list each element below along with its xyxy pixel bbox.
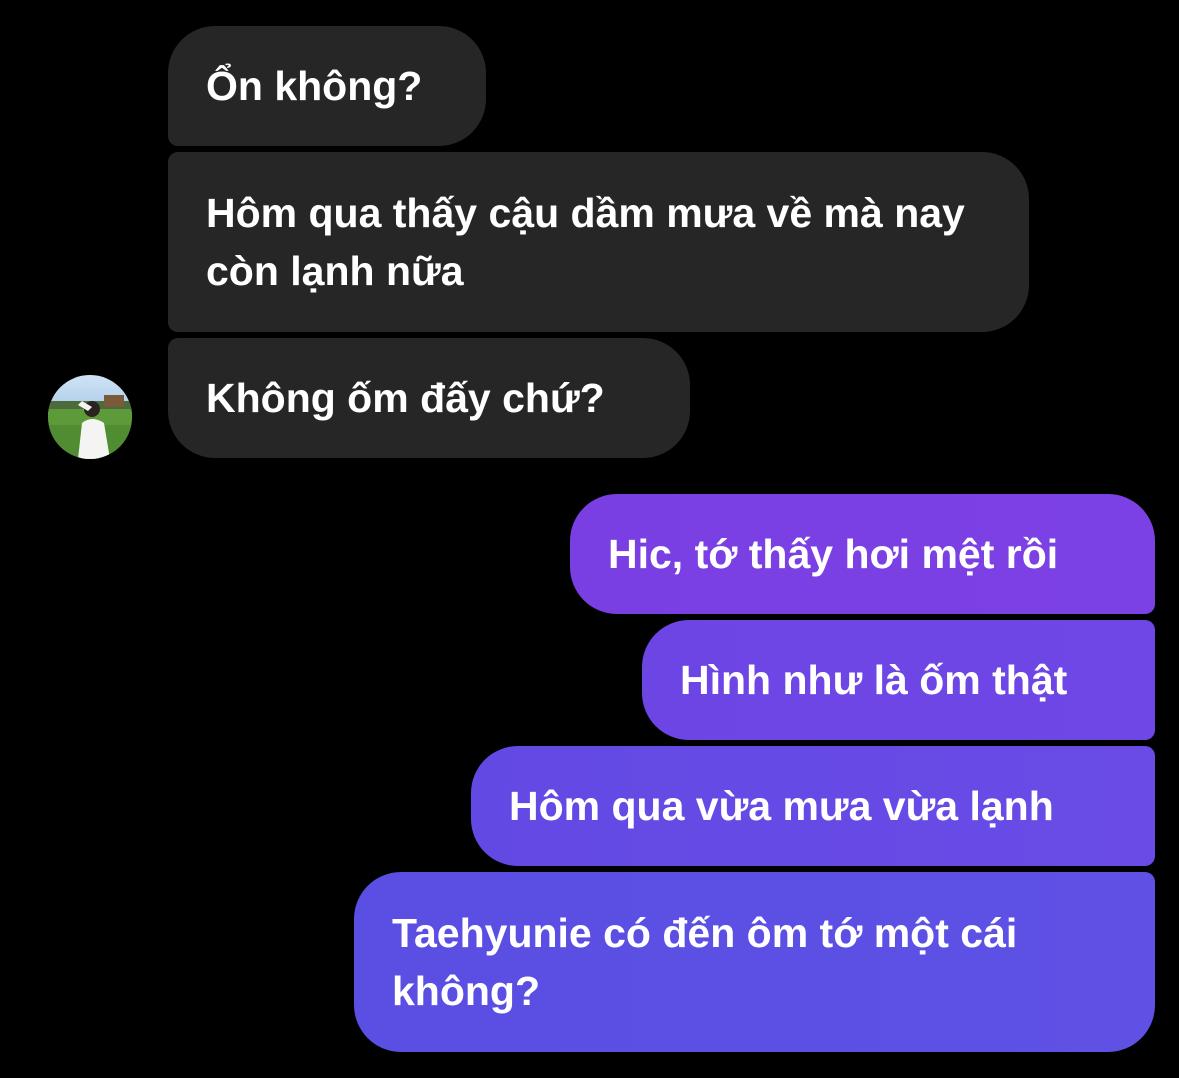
outgoing-message[interactable]: Hình như là ốm thật bbox=[642, 620, 1155, 740]
message-text: Ổn không? bbox=[206, 63, 423, 109]
incoming-message[interactable]: Không ốm đấy chứ? bbox=[168, 338, 690, 458]
avatar-photo-icon bbox=[48, 375, 132, 459]
message-text: Không ốm đấy chứ? bbox=[206, 375, 605, 421]
message-text: Hình như là ốm thật bbox=[680, 657, 1068, 703]
avatar[interactable] bbox=[48, 375, 132, 459]
incoming-message[interactable]: Ổn không? bbox=[168, 26, 486, 146]
message-text: Taehyunie có đến ôm tớ một cái không? bbox=[392, 910, 1018, 1014]
incoming-message[interactable]: Hôm qua thấy cậu dầm mưa về mà nay còn l… bbox=[168, 152, 1029, 332]
message-text: Hic, tớ thấy hơi mệt rồi bbox=[608, 531, 1059, 577]
outgoing-message[interactable]: Hic, tớ thấy hơi mệt rồi bbox=[570, 494, 1155, 614]
outgoing-message[interactable]: Taehyunie có đến ôm tớ một cái không? bbox=[354, 872, 1155, 1052]
outgoing-message[interactable]: Hôm qua vừa mưa vừa lạnh bbox=[471, 746, 1155, 866]
message-text: Hôm qua vừa mưa vừa lạnh bbox=[509, 783, 1054, 829]
message-text: Hôm qua thấy cậu dầm mưa về mà nay còn l… bbox=[206, 190, 965, 294]
